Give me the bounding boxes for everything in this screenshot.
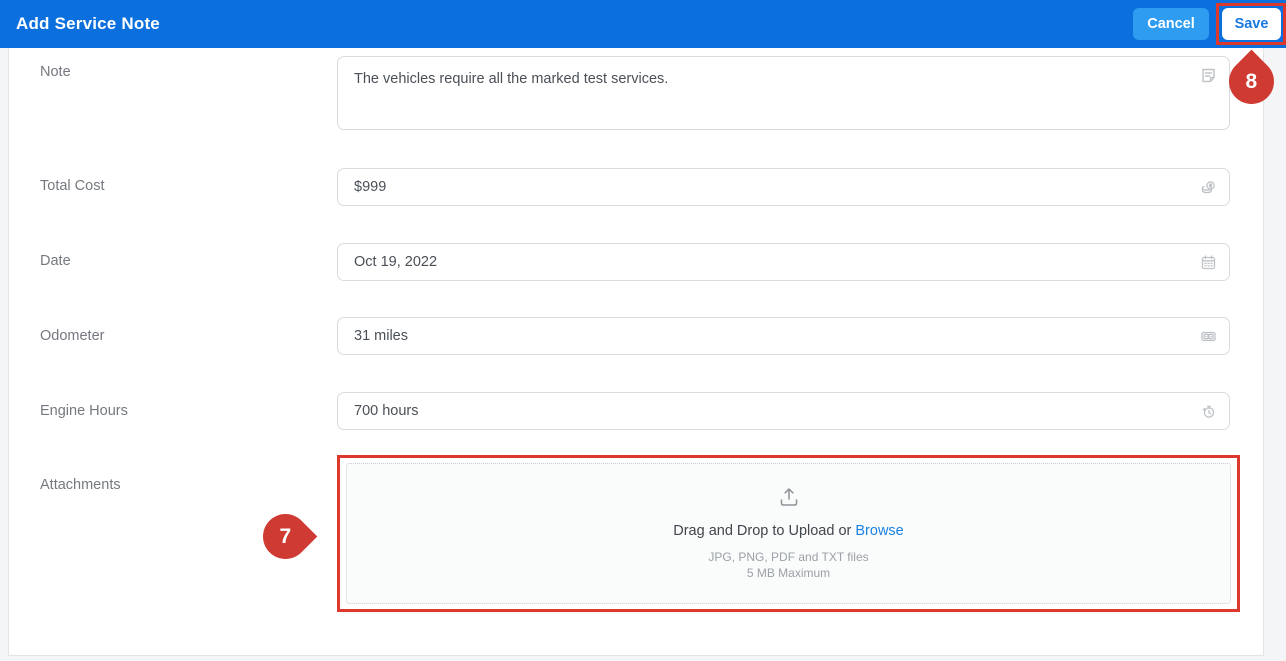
page-title: Add Service Note	[16, 14, 160, 33]
total-cost-input[interactable]	[338, 169, 1229, 205]
dropzone-instruction: Drag and Drop to Upload or Browse	[673, 523, 904, 539]
note-field-box: The vehicles require all the marked test…	[337, 56, 1230, 130]
attachments-dropzone[interactable]: Drag and Drop to Upload or Browse JPG, P…	[346, 463, 1231, 604]
save-button[interactable]: Save	[1222, 8, 1281, 40]
marker-8-number: 8	[1245, 69, 1258, 93]
engine-hours-input[interactable]	[338, 393, 1229, 429]
drag-drop-text: Drag and Drop to Upload or	[673, 522, 856, 539]
browse-link[interactable]: Browse	[855, 523, 903, 539]
attachments-annotation-rect: Drag and Drop to Upload or Browse JPG, P…	[337, 455, 1240, 612]
odometer-input[interactable]	[338, 318, 1229, 354]
date-input[interactable]	[338, 244, 1229, 280]
date-field-box	[337, 243, 1230, 281]
total-cost-field-box	[337, 168, 1230, 206]
engine-hours-field-box	[337, 392, 1230, 430]
dropzone-filetypes: JPG, PNG, PDF and TXT files	[708, 549, 869, 564]
upload-icon	[778, 486, 800, 513]
marker-7-number: 7	[279, 524, 292, 548]
date-label: Date	[40, 253, 71, 269]
total-cost-label: Total Cost	[40, 178, 105, 194]
dropzone-size-limit: 5 MB Maximum	[746, 566, 831, 580]
attachments-label: Attachments	[40, 477, 121, 493]
odometer-label: Odometer	[40, 328, 105, 344]
engine-hours-label: Engine Hours	[40, 403, 128, 419]
cancel-button[interactable]: Cancel	[1133, 8, 1209, 40]
note-textarea[interactable]: The vehicles require all the marked test…	[338, 57, 1229, 129]
header-bar: Add Service Note Cancel Save	[0, 0, 1286, 48]
odometer-field-box	[337, 317, 1230, 355]
add-service-note-screen: Add Service Note Cancel Save Note The ve…	[0, 0, 1286, 661]
note-label: Note	[40, 64, 71, 80]
